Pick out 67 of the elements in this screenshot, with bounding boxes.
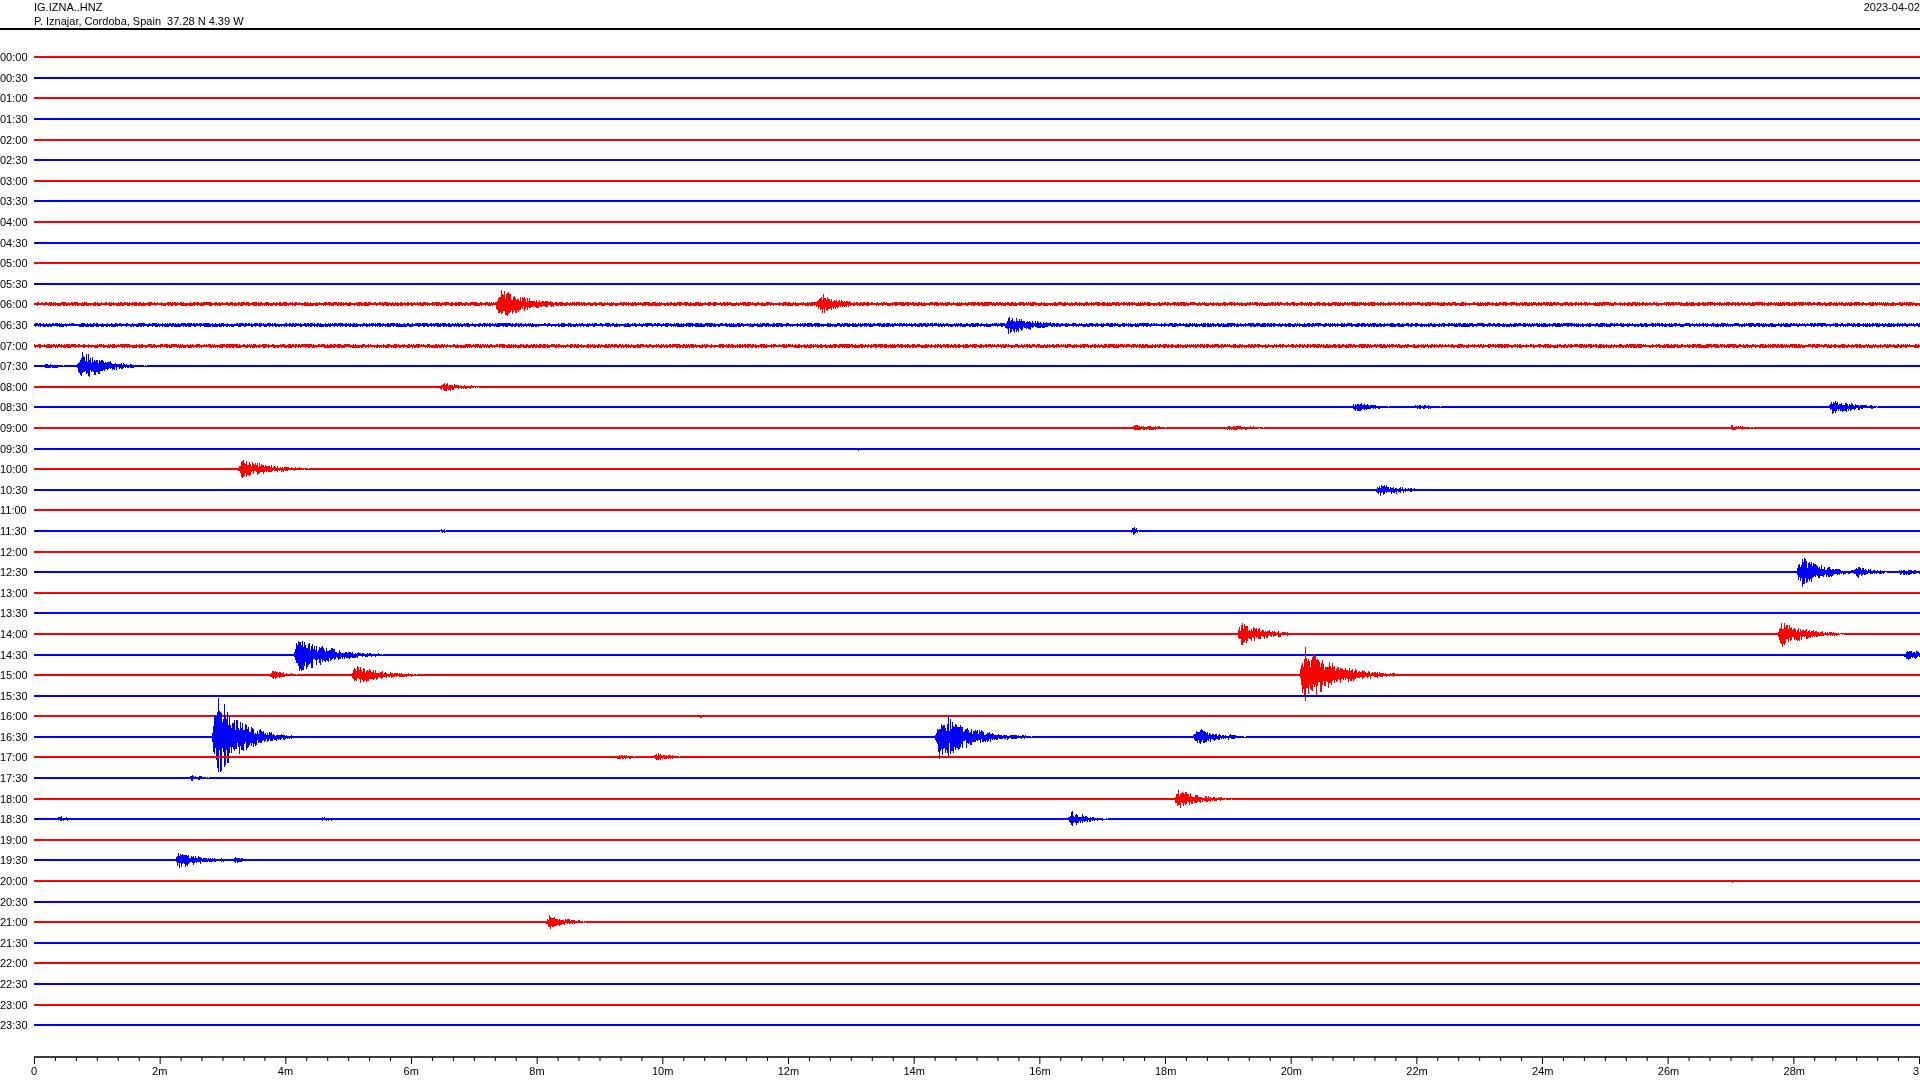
time-label: 22:00 — [0, 957, 29, 970]
date-label: 2023-04-02 — [1863, 0, 1920, 15]
axis-tick-label: 16m — [1029, 1064, 1051, 1077]
axis-tick-label: 14m — [903, 1064, 925, 1077]
axis-tick-label: 10m — [651, 1064, 674, 1077]
time-label: 09:30 — [0, 442, 29, 455]
time-label: 06:30 — [0, 319, 29, 331]
axis-tick-label: 3 — [1912, 1064, 1920, 1077]
time-label: 02:00 — [0, 133, 29, 146]
axis-tick-label: 22m — [1406, 1064, 1428, 1077]
axis-tick-label: 2m — [152, 1064, 168, 1077]
time-label: 09:00 — [0, 422, 29, 434]
time-label: 22:30 — [0, 978, 29, 990]
time-label: 23:00 — [0, 998, 29, 1011]
time-label: 07:00 — [0, 339, 29, 352]
axis-tick-label: 6m — [403, 1064, 419, 1077]
time-label: 01:30 — [0, 113, 29, 126]
axis-tick-label: 24m — [1532, 1064, 1554, 1077]
time-label: 12:30 — [0, 566, 29, 579]
time-label: 15:30 — [0, 689, 29, 702]
axis-tick-label: 26m — [1657, 1064, 1680, 1077]
time-label: 05:30 — [0, 277, 29, 290]
time-label: 00:00 — [0, 51, 29, 64]
time-label: 15:00 — [0, 669, 29, 682]
time-label: 21:30 — [0, 936, 29, 949]
axis-tick-label: 8m — [529, 1064, 545, 1077]
axis-tick-label: 28m — [1783, 1064, 1805, 1077]
time-label: 20:00 — [0, 875, 29, 888]
time-label: 16:30 — [0, 730, 29, 743]
time-label: 03:30 — [0, 195, 29, 208]
time-label: 13:30 — [0, 607, 29, 620]
time-label: 03:00 — [0, 174, 29, 187]
time-label: 05:00 — [0, 257, 29, 270]
time-label: 17:30 — [0, 772, 29, 785]
time-label: 14:00 — [0, 627, 29, 640]
axis-tick-label: 4m — [277, 1064, 294, 1077]
time-label: 02:30 — [0, 154, 29, 167]
time-label: 06:00 — [0, 298, 29, 311]
time-label: 04:00 — [0, 216, 29, 229]
time-label: 10:30 — [0, 483, 29, 496]
station-location: P. Iznajar, Cordoba, Spain 37.28 N 4.39 W — [34, 14, 244, 28]
time-label: 18:30 — [0, 813, 29, 826]
axis-tick-label: 20m — [1280, 1064, 1303, 1077]
station-code: IG.IZNA..HNZ — [34, 0, 104, 14]
time-label: 10:00 — [0, 463, 29, 476]
time-label: 23:30 — [0, 1019, 29, 1032]
time-label: 17:00 — [0, 751, 29, 764]
time-label: 19:30 — [0, 854, 29, 867]
time-label: 21:00 — [0, 916, 29, 929]
axis-tick-label: 18m — [1154, 1064, 1177, 1077]
time-label: 04:30 — [0, 236, 29, 249]
time-label: 12:00 — [0, 545, 29, 558]
time-label: 18:00 — [0, 792, 29, 805]
time-label: 11:30 — [0, 524, 28, 537]
time-label: 00:30 — [0, 71, 29, 84]
time-label: 01:00 — [0, 92, 29, 105]
time-label: 08:00 — [0, 380, 29, 393]
time-label: 07:30 — [0, 360, 29, 373]
axis-tick-label: 12m — [777, 1064, 800, 1077]
time-label: 14:30 — [0, 648, 29, 661]
time-label: 11:00 — [0, 504, 28, 517]
time-label: 19:00 — [0, 833, 29, 846]
axis-tick-label: 0 — [30, 1064, 38, 1077]
time-label: 16:00 — [0, 710, 29, 723]
time-label: 08:30 — [0, 401, 29, 414]
time-label: 20:30 — [0, 895, 29, 908]
time-label: 13:00 — [0, 586, 29, 599]
